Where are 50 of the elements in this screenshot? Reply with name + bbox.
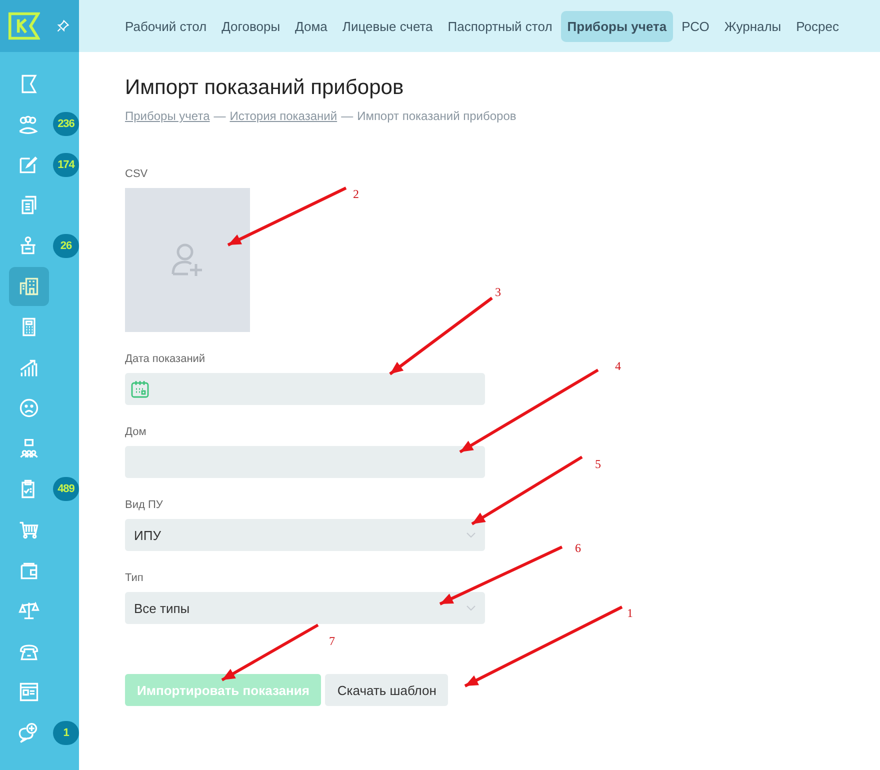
logo-icon[interactable] <box>8 11 40 41</box>
breadcrumb-current: Импорт показаний приборов <box>357 109 516 123</box>
annotation-number: 2 <box>353 187 359 202</box>
count-badge: 236 <box>53 112 79 136</box>
annotation-number: 7 <box>329 634 335 649</box>
nav-tab[interactable]: Дома <box>289 10 334 42</box>
nav-tab[interactable]: Росрес <box>790 10 845 42</box>
annotation-number: 6 <box>575 541 581 556</box>
meeting-icon <box>18 438 40 460</box>
field-label: Вид ПУ <box>125 499 164 511</box>
chevron-down-icon <box>466 532 476 538</box>
nav-tab[interactable]: Договоры <box>216 10 286 42</box>
select-field[interactable]: Все типы <box>125 592 485 624</box>
field-label: Дом <box>125 426 148 438</box>
field-label: Тип <box>125 572 144 584</box>
nav-tab[interactable]: Приборы учета <box>561 10 673 42</box>
count-badge: 26 <box>53 234 79 258</box>
building-icon <box>18 275 40 298</box>
annotation-number: 5 <box>595 457 601 472</box>
chat-plus-icon <box>17 722 39 744</box>
date-field[interactable] <box>125 373 485 405</box>
sidebar-item[interactable] <box>9 266 49 306</box>
annotation-number: 1 <box>627 606 633 621</box>
annotation-number: 3 <box>495 285 501 300</box>
nav-tab[interactable]: Рабочий стол <box>119 10 213 42</box>
pin-icon[interactable] <box>56 19 70 33</box>
breadcrumb-separator: — <box>214 109 226 123</box>
edit-icon <box>17 154 39 176</box>
page-title: Импорт показаний приборов <box>125 76 405 100</box>
chevron-down-icon <box>466 605 476 611</box>
field-label: CSV <box>125 168 149 180</box>
count-badge: 174 <box>53 152 79 177</box>
download-button[interactable]: Скачать шаблон <box>325 674 448 706</box>
breadcrumb-separator: — <box>341 109 354 123</box>
annotation-number: 4 <box>615 359 621 374</box>
nav-tab[interactable]: РСО <box>676 10 716 42</box>
count-badge: 1 <box>53 721 79 745</box>
window-icon <box>18 681 40 704</box>
people-icon <box>17 113 39 136</box>
field-label: Дата показаний <box>125 353 206 365</box>
calendar-icon <box>130 379 150 399</box>
nav-tab[interactable]: Лицевые счета <box>336 10 439 42</box>
select-field[interactable]: ИПУ <box>125 519 485 551</box>
cart-icon <box>18 519 40 542</box>
upload-area[interactable] <box>125 188 250 332</box>
count-badge: 489 <box>53 477 79 502</box>
nav-tab[interactable]: Журналы <box>718 10 788 42</box>
nav-tab[interactable]: Паспортный стол <box>442 10 558 42</box>
input-field[interactable] <box>125 446 485 478</box>
sad-face-icon <box>18 397 40 420</box>
